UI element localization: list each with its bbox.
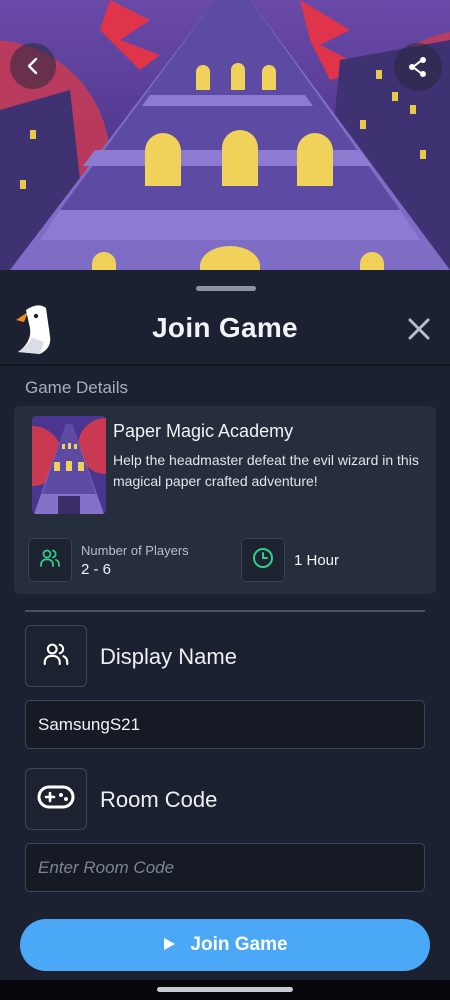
join-game-button[interactable]: Join Game: [20, 919, 430, 971]
users-icon: [38, 546, 62, 575]
system-navigation-bar: [0, 980, 450, 1000]
join-game-sheet: Join Game Game Details Paper Magic Acade…: [0, 270, 450, 1000]
game-hero-image: [0, 0, 450, 270]
users-icon: [41, 639, 71, 674]
share-icon: [406, 55, 430, 79]
display-name-label: Display Name: [100, 644, 237, 669]
chevron-left-icon: [23, 56, 43, 76]
players-icon-box: [28, 538, 72, 582]
sheet-drag-handle[interactable]: [196, 286, 256, 291]
time-icon-box: [241, 538, 285, 582]
room-code-icon-box: [25, 768, 87, 830]
game-details-card: Paper Magic Academy Help the headmaster …: [14, 406, 436, 594]
share-button[interactable]: [394, 43, 442, 91]
room-code-input[interactable]: [25, 843, 425, 892]
close-icon: [404, 318, 434, 348]
close-button[interactable]: [404, 314, 434, 344]
header-divider: [0, 364, 450, 366]
game-description: Help the headmaster defeat the evil wiza…: [113, 452, 419, 489]
game-thumbnail: [32, 416, 106, 514]
display-name-icon-box: [25, 625, 87, 687]
players-value: 2 - 6: [81, 561, 112, 578]
sheet-title: Join Game: [152, 312, 298, 343]
duration-value: 1 Hour: [294, 552, 340, 569]
sheet-header: Join Game: [0, 298, 450, 364]
content-divider: [25, 610, 425, 612]
section-label-game-details: Game Details: [25, 378, 128, 397]
play-icon: [162, 937, 176, 954]
room-code-label: Room Code: [100, 787, 218, 812]
display-name-input[interactable]: [25, 700, 425, 749]
gamepad-icon: [36, 782, 76, 817]
back-button[interactable]: [10, 43, 56, 89]
players-label: Number of Players: [81, 543, 189, 558]
clock-icon: [251, 546, 275, 575]
join-game-label: Join Game: [190, 934, 288, 955]
home-gesture-pill[interactable]: [157, 987, 293, 992]
game-title: Paper Magic Academy: [113, 421, 294, 441]
